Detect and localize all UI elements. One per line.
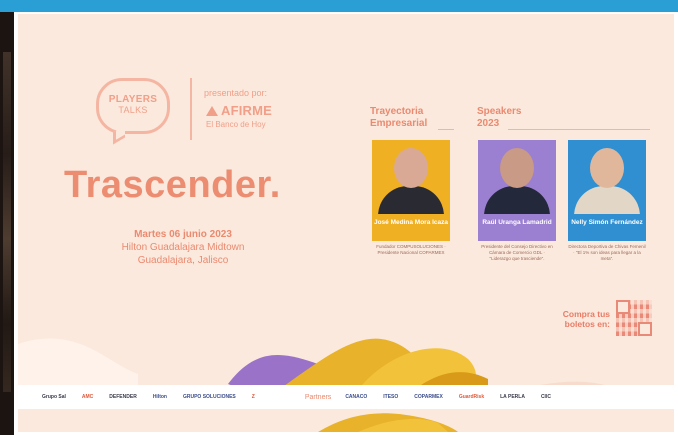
event-banner[interactable]: PLAYERS TALKS presentado por: AFIRME El … [18,14,674,432]
speaker-body-3 [574,186,640,214]
speaker-photo-1 [372,140,450,214]
partner-logo-left-4: Hilton [152,394,167,400]
partner-logo-right-6: CIIC [540,394,551,400]
players-title: PLAYERS [108,94,158,105]
speaker-body-1 [378,186,444,214]
speech-bubble-tail-icon [113,125,125,145]
speaker-card-3[interactable]: Nelly Simón Fernández Directora Deportiv… [568,140,646,262]
bottom-ribbon-strip [18,409,674,432]
partner-logo-left-5: GRUPO SOLUCIONES [182,394,236,400]
partner-logo-left-3: DEFENDER [109,394,137,400]
partner-logo-right-1: CANACO [345,394,368,400]
presented-by-label: presentado por: [204,88,268,98]
speaker-name-2: Raúl Uranga Lamadrid [478,214,556,241]
players-talks-logo: PLAYERS TALKS [96,78,170,145]
speaker-photo-2 [478,140,556,214]
speaker-desc-1: Fundador COMPUSOLUCIONES · Presidente Na… [376,244,446,255]
speaker-card-2[interactable]: Raúl Uranga Lamadrid Presidente del Cons… [478,140,556,262]
trajectory-rule [438,129,454,130]
sponsor-tagline: El Banco de Hoy [206,120,266,129]
section-heading-speakers: Speakers 2023 [477,106,522,129]
event-venue: Hilton Guadalajara Midtown [121,242,245,253]
section-heading-trajectory: Trayectoria Empresarial [370,106,428,129]
speaker-body-2 [484,186,550,214]
afirme-triangle-icon [206,106,218,116]
partner-logo-left-6: Z [251,394,255,400]
players-sub: TALKS [118,105,148,115]
speaker-head-3 [590,148,624,188]
speakers-rule [508,129,650,130]
partner-logo-right-2: ITESO [383,394,399,400]
speaker-desc-3: Directora Deportiva de Chivas Femenil · … [568,244,646,261]
left-photo-strip [0,12,14,435]
speaker-desc-2: Presidente del Consejo Directivo en Cáma… [481,244,553,261]
logo-divider [190,78,192,140]
partners-label: Partners [304,393,332,401]
event-date: Martes 06 junio 2023 [134,229,232,240]
partner-logo-right-3: COPARMEX [414,394,443,400]
partner-logo-right-4: GuardRisk [458,394,485,400]
event-city: Guadalajara, Jalisco [137,255,229,266]
speaker-name-3: Nelly Simón Fernández [568,214,646,241]
partner-logo-left-2: AMC [81,394,94,400]
speaker-photo-3 [568,140,646,214]
partners-bar: Grupo Sal AMC DEFENDER Hilton GRUPO SOLU… [18,385,674,409]
event-title: Trascender. [64,164,281,206]
strip-texture [3,52,11,392]
players-logo-text: PLAYERS TALKS [99,94,167,116]
partner-logo-right-5: LA PERLA [500,394,525,400]
sponsor-name: AFIRME [221,103,273,118]
partner-logo-left-1: Grupo Sal [42,394,66,400]
speaker-head-2 [500,148,534,188]
top-blue-bar [0,0,678,12]
sponsor-logo: AFIRME [206,103,272,118]
speaker-head-1 [394,148,428,188]
speaker-card-1[interactable]: José Medina Mora Icaza Fundador COMPUSOL… [372,140,450,256]
speaker-name-1: José Medina Mora Icaza [372,214,450,241]
